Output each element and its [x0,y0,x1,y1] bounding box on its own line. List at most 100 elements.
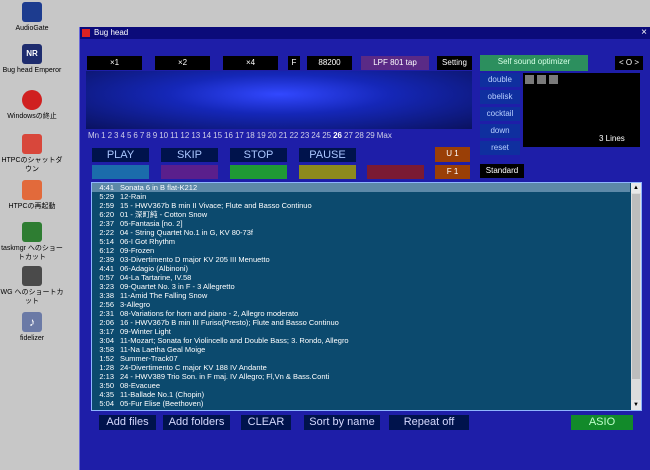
band-number: 19 [256,131,266,140]
asio-button[interactable]: ASIO [571,415,633,430]
spectrum-visualizer [86,71,472,129]
playlist-row[interactable]: 3:04 11-Mozart; Sonata for Violincello an… [92,336,630,345]
mode-icon[interactable] [525,75,534,84]
playlist-items[interactable]: 4:41 Sonata 6 in B flat-K212 5:29 12-Rain 2:… [92,183,630,410]
scroll-up-icon[interactable]: ▲ [631,183,641,193]
playlist-row[interactable]: 2:56 3-Allegro [92,300,630,309]
playlist-row[interactable]: 3:58 11-Na Laetha Geal Moige [92,345,630,354]
playlist-row[interactable]: 2:06 16 - HWV367b B min III Furiso(Presto… [92,318,630,327]
sort-by-name-button[interactable]: Sort by name [304,415,380,430]
skip-button[interactable]: SKIP [161,148,218,162]
standard-button[interactable]: Standard [480,164,524,178]
setting-button[interactable]: Setting [437,56,472,70]
playlist-row[interactable]: 5:04 05-Fur Elise (Beethoven) [92,399,630,408]
track-time: 2:13 [99,372,114,381]
playlist-row[interactable]: 3:50 08-Evacuee [92,381,630,390]
playlist-row[interactable]: 4:41 06-Adagio (Albinoni) [92,264,630,273]
self-sound-optimizer-button[interactable]: Self sound optimizer [480,55,588,71]
playlist-row[interactable]: 6:12 09-Frozen [92,246,630,255]
playlist-row[interactable]: 1:28 24-Divertimento C major KV 188 IV An… [92,363,630,372]
playlist-row[interactable]: 4:35 11-Ballade No.1 (Chopin) [92,390,630,399]
track-title: 16 - HWV367b B min III Furiso(Presto); F… [120,318,339,327]
track-time: 3:04 [99,336,114,345]
track-time: 4:41 [99,264,114,273]
track-title: 08-Variations for horn and piano - 2, Al… [120,309,299,318]
playlist-row[interactable]: 6:20 01 - 深町純 - Cotton Snow [92,210,630,219]
close-icon[interactable]: × [641,27,647,39]
add-files-button[interactable]: Add files [99,415,156,430]
lpf-button[interactable]: LPF 801 tap [361,56,429,70]
band-number: 6 [133,131,138,140]
speed-x4-button[interactable]: ×4 [223,56,278,70]
mode-icon[interactable] [537,75,546,84]
clear-button[interactable]: CLEAR [241,415,291,430]
color-swatch-maroon[interactable] [367,165,424,179]
shutdown-icon [22,134,42,154]
desktop-icon-restart[interactable]: HTPCの再起動 [0,180,64,211]
app-icon [82,29,90,37]
track-time: 5:14 [99,237,114,246]
nav-button[interactable]: < O > [615,56,643,70]
desktop-icon-shutdown[interactable]: HTPCのシャットダウン [0,134,64,174]
speed-x1-button[interactable]: ×1 [87,56,142,70]
band-number: 28 [354,131,364,140]
playlist-row[interactable]: 3:23 09-Quartet No. 3 in F - 3 Allegretto [92,282,630,291]
desktop-icon-wg[interactable]: WG へのショートカット [0,266,64,306]
playlist-row[interactable]: 2:31 08-Variations for horn and piano - 2… [92,309,630,318]
playlist-row[interactable]: 5:29 12-Rain [92,192,630,201]
playlist[interactable]: 4:41 Sonata 6 in B flat-K212 5:29 12-Rain 2:… [91,182,642,411]
window-titlebar[interactable]: Bug head × [80,27,650,39]
color-swatch-teal[interactable] [92,165,149,179]
playlist-row[interactable]: 2:37 05-Fantasia [no. 2] [92,219,630,228]
reset-button[interactable]: reset [480,141,520,155]
f1-button[interactable]: F 1 [435,165,470,179]
scroll-down-icon[interactable]: ▼ [631,400,641,410]
playlist-row[interactable]: 2:22 04 - String Quartet No.1 in G, KV 80… [92,228,630,237]
repeat-button[interactable]: Repeat off [389,415,469,430]
band-number: 10 [159,131,169,140]
band-numbers: Mn 1 2 3 4 5 6 7 8 9 10 11 12 13 14 15 16 17 18 19 20 21 22 23 2… [88,131,394,140]
track-time: 4:41 [99,183,114,192]
track-title: 06-Adagio (Albinoni) [120,264,188,273]
stop-button[interactable]: STOP [230,148,287,162]
scroll-thumb[interactable] [632,194,640,379]
color-swatch-olive[interactable] [299,165,356,179]
obelisk-button[interactable]: obelisk [480,90,520,104]
u1-button[interactable]: U 1 [435,147,470,162]
desktop-icon-audiogate[interactable]: AudioGate [0,2,64,33]
speed-x2-button[interactable]: ×2 [155,56,210,70]
playlist-row[interactable]: 2:13 24 - HWV389 Trio Son. in F maj. IV A… [92,372,630,381]
playlist-row[interactable]: 5:14 06-I Got Rhythm [92,237,630,246]
down-button[interactable]: down [480,124,520,138]
pause-button[interactable]: PAUSE [299,148,356,162]
double-button[interactable]: double [480,73,520,87]
desktop-icon-bughead[interactable]: NR Bug head Emperor [0,44,64,75]
playlist-row[interactable]: 1:52 Summer-Track07 [92,354,630,363]
f-button[interactable]: F [288,56,300,70]
desktop-icon-fidelizer[interactable]: ♪ fidelizer [0,312,64,343]
desktop-icon-label: AudioGate [15,25,49,32]
playlist-scrollbar[interactable]: ▲ ▼ [631,183,641,410]
track-time: 5:04 [99,399,114,408]
cocktail-button[interactable]: cocktail [480,107,520,121]
color-swatch-green[interactable] [230,165,287,179]
track-title: 04 - String Quartet No.1 in G, KV 80-73f [120,228,253,237]
band-number: 3 [114,131,119,140]
desktop-icon-taskmgr[interactable]: taskmgr へのショートカット [0,222,64,262]
desktop-icon-label: taskmgr へのショートカット [1,245,63,261]
playlist-row[interactable]: 3:17 09-Winter Light [92,327,630,336]
playlist-row[interactable]: 4:41 Sonata 6 in B flat-K212 [92,183,630,192]
playlist-row[interactable]: 0:57 04-La Tartarine, IV.58 [92,273,630,282]
track-title: Summer-Track07 [120,354,178,363]
band-number: 27 [344,131,353,140]
playlist-row[interactable]: 2:39 03-Divertimento D major KV 205 III M… [92,255,630,264]
desktop-icon-windows-stop[interactable]: Windowsの終止 [0,90,64,121]
mode-icon[interactable] [549,75,558,84]
play-button[interactable]: PLAY [92,148,149,162]
playlist-row[interactable]: 2:59 15 - HWV367b B min II Vivace; Flute … [92,201,630,210]
track-time: 6:12 [99,246,114,255]
playlist-row[interactable]: 3:38 11-Amid The Falling Snow [92,291,630,300]
add-folders-button[interactable]: Add folders [163,415,230,430]
wg-icon [22,266,42,286]
color-swatch-purple[interactable] [161,165,218,179]
